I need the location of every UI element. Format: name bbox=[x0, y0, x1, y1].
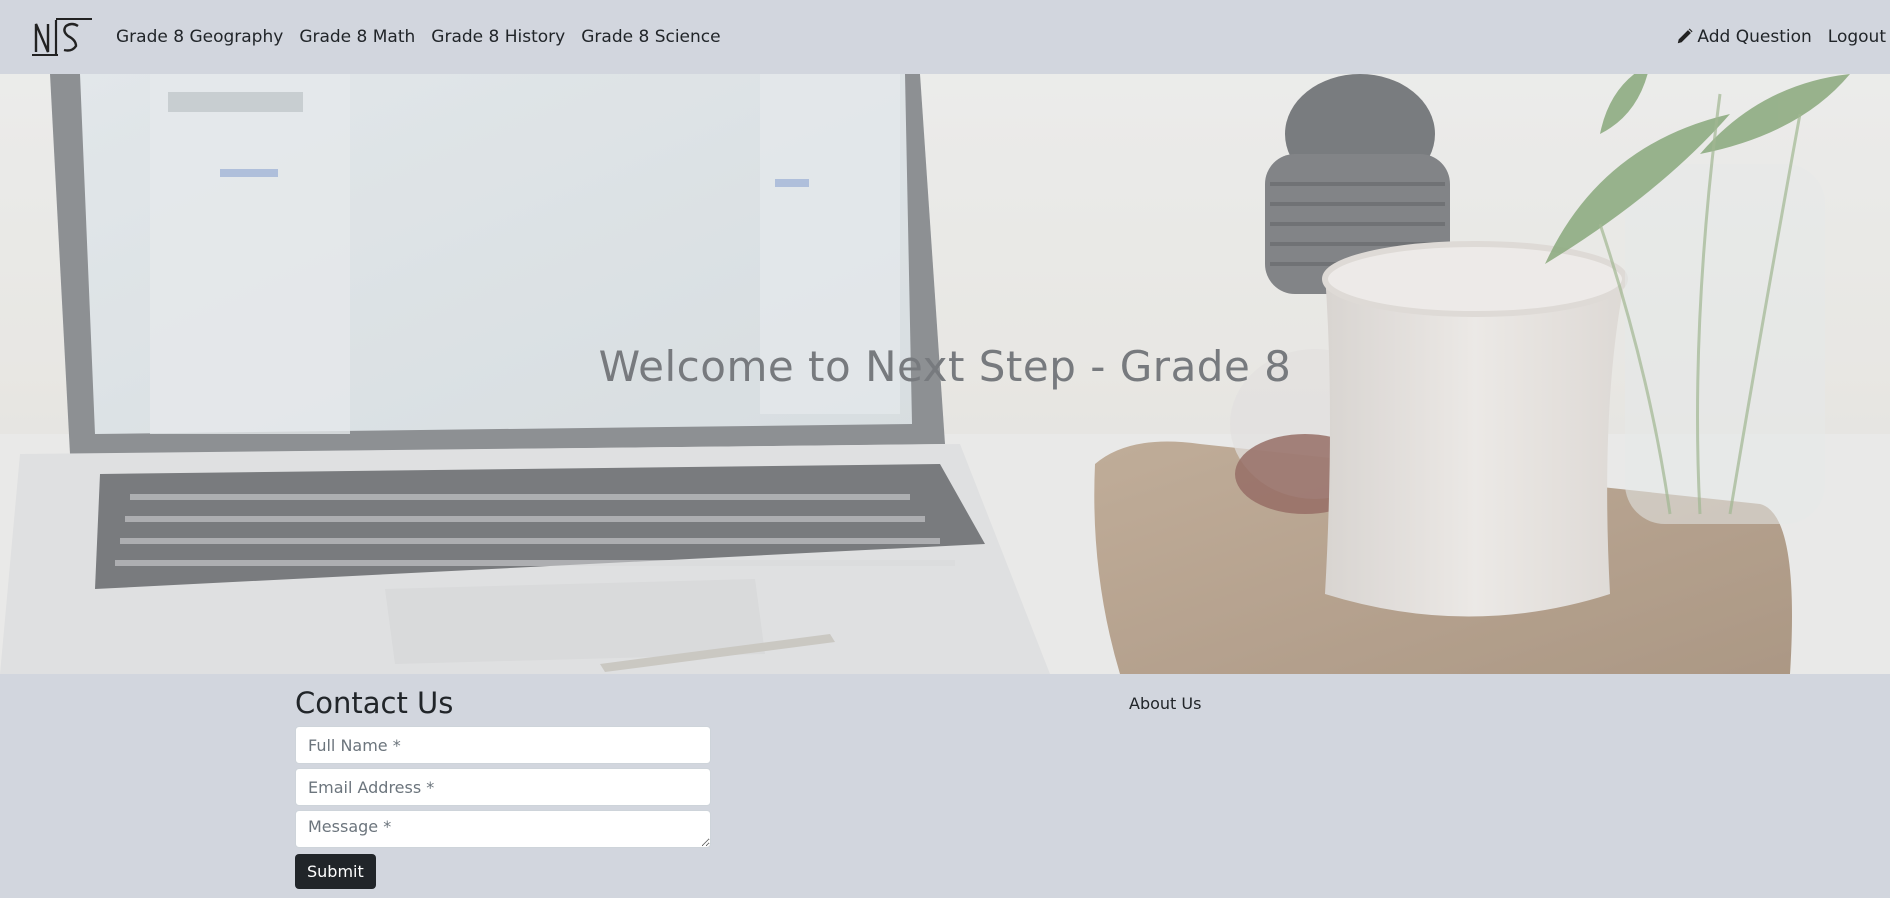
footer: Contact Us Submit About Us bbox=[0, 674, 1890, 898]
nav-link-math[interactable]: Grade 8 Math bbox=[299, 27, 415, 47]
nav-right: Add Question Logout bbox=[1676, 0, 1886, 74]
add-question-link[interactable]: Add Question bbox=[1676, 27, 1812, 47]
contact-form: Contact Us Submit bbox=[295, 686, 711, 889]
hero-title: Welcome to Next Step - Grade 8 bbox=[598, 342, 1292, 391]
nav-link-science[interactable]: Grade 8 Science bbox=[581, 27, 720, 47]
nav-links: Grade 8 Geography Grade 8 Math Grade 8 H… bbox=[116, 27, 721, 47]
email-input[interactable] bbox=[295, 768, 711, 806]
site-logo[interactable] bbox=[32, 18, 94, 56]
full-name-input[interactable] bbox=[295, 726, 711, 764]
about-us-link[interactable]: About Us bbox=[1129, 694, 1201, 713]
top-navbar: Grade 8 Geography Grade 8 Math Grade 8 H… bbox=[0, 0, 1890, 74]
logout-link[interactable]: Logout bbox=[1828, 27, 1886, 47]
hero-banner: Welcome to Next Step - Grade 8 bbox=[0, 74, 1890, 674]
logo-icon bbox=[32, 18, 92, 56]
message-textarea[interactable] bbox=[295, 810, 711, 848]
pencil-icon bbox=[1678, 28, 1693, 44]
submit-button[interactable]: Submit bbox=[295, 854, 376, 889]
nav-link-history[interactable]: Grade 8 History bbox=[431, 27, 565, 47]
add-question-label: Add Question bbox=[1697, 27, 1812, 47]
contact-title: Contact Us bbox=[295, 686, 454, 720]
nav-link-geography[interactable]: Grade 8 Geography bbox=[116, 27, 283, 47]
